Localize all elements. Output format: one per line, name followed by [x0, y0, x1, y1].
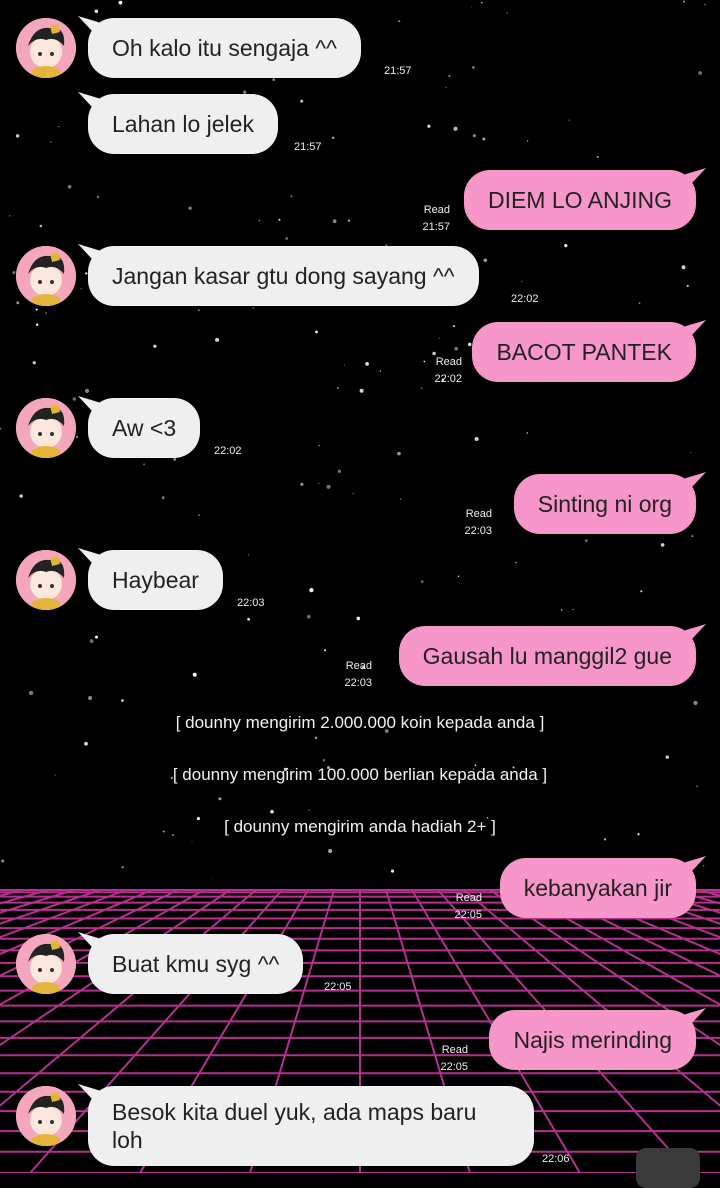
message-time: 22:03	[237, 597, 265, 609]
contact-avatar[interactable]	[16, 550, 76, 610]
message-time: 22:03	[344, 677, 372, 689]
message-time: 22:06	[542, 1153, 570, 1165]
read-status: Read	[345, 660, 372, 672]
read-status: Read	[465, 508, 492, 520]
message-time: 21:57	[384, 65, 412, 77]
chibi-character-avatar-icon	[16, 550, 76, 610]
message-time: 22:05	[324, 981, 352, 993]
message-time: 22:02	[434, 373, 462, 385]
system-notice: [ dounny mengirim 2.000.000 koin kepada …	[175, 713, 545, 732]
read-status: Read	[441, 1044, 468, 1056]
message-bubble-incoming[interactable]: Besok kita duel yuk, ada maps baru loh	[88, 1086, 534, 1166]
read-status: Read	[455, 892, 482, 904]
message-time: 22:05	[454, 909, 482, 921]
message-bubble-incoming[interactable]: Oh kalo itu sengaja ^^	[88, 18, 361, 78]
system-notice: [ dounny mengirim anda hadiah 2+ ]	[224, 817, 496, 836]
floating-action-button[interactable]	[636, 1148, 700, 1188]
message-time: 22:05	[440, 1061, 468, 1073]
message-bubble-incoming[interactable]: Haybear	[88, 550, 223, 610]
chibi-character-avatar-icon	[16, 1086, 76, 1146]
message-bubble-outgoing[interactable]: kebanyakan jir	[499, 858, 696, 918]
message-bubble-outgoing[interactable]: DIEM LO ANJING	[463, 170, 696, 230]
message-bubble-incoming[interactable]: Aw <3	[88, 398, 201, 458]
message-bubble-incoming[interactable]: Jangan kasar gtu dong sayang ^^	[88, 246, 479, 306]
message-bubble-outgoing[interactable]: BACOT PANTEK	[472, 322, 696, 382]
contact-avatar[interactable]	[16, 1086, 76, 1146]
message-time: 21:57	[294, 141, 322, 153]
read-status: Read	[435, 356, 462, 368]
message-time: 22:02	[511, 293, 539, 305]
message-bubble-incoming[interactable]: Lahan lo jelek	[88, 94, 278, 154]
message-bubble-outgoing[interactable]: Sinting ni org	[513, 474, 696, 534]
chibi-character-avatar-icon	[16, 934, 76, 994]
contact-avatar[interactable]	[16, 398, 76, 458]
chibi-character-avatar-icon	[16, 398, 76, 458]
message-time: 22:03	[464, 525, 492, 537]
contact-avatar[interactable]	[16, 934, 76, 994]
contact-avatar[interactable]	[16, 246, 76, 306]
read-status: Read	[423, 204, 450, 216]
message-time: 21:57	[422, 221, 450, 233]
message-bubble-outgoing[interactable]: Najis merinding	[489, 1010, 696, 1070]
message-bubble-outgoing[interactable]: Gausah lu manggil2 gue	[398, 626, 696, 686]
chibi-character-avatar-icon	[16, 246, 76, 306]
chibi-character-avatar-icon	[16, 18, 76, 78]
message-bubble-incoming[interactable]: Buat kmu syg ^^	[88, 934, 304, 994]
contact-avatar[interactable]	[16, 18, 76, 78]
system-notice: [ dounny mengirim 100.000 berlian kepada…	[172, 765, 548, 784]
message-time: 22:02	[214, 445, 242, 457]
